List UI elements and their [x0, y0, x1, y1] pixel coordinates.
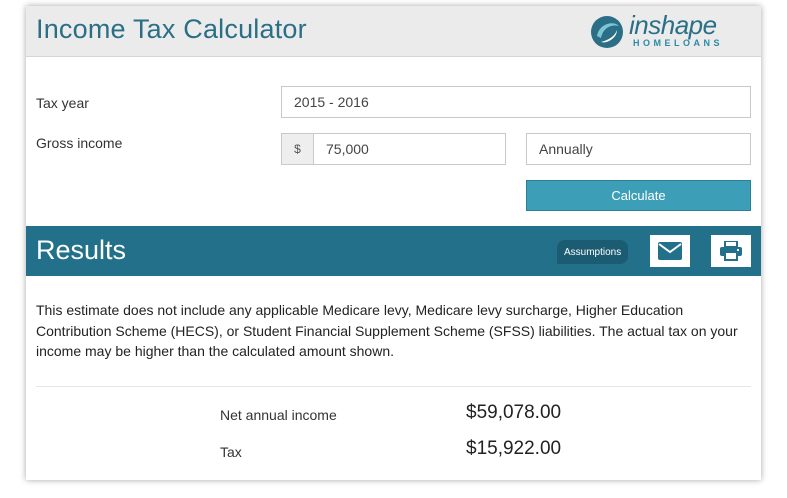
divider	[36, 386, 751, 387]
printer-icon	[720, 241, 742, 261]
tax-year-label: Tax year	[36, 95, 89, 111]
calculator-card: Income Tax Calculator inshape HOMELOANS …	[26, 6, 761, 480]
email-button[interactable]	[650, 235, 690, 267]
net-income-label: Net annual income	[220, 407, 337, 423]
results-bar: Results Assumptions	[26, 226, 761, 276]
swirl-icon	[591, 16, 623, 48]
gross-income-input[interactable]: 75,000	[313, 133, 506, 165]
page-title: Income Tax Calculator	[36, 14, 307, 44]
frequency-value: Annually	[539, 141, 593, 157]
logo-subtitle: HOMELOANS	[633, 38, 723, 48]
results-title: Results	[36, 235, 127, 265]
tax-label: Tax	[220, 444, 242, 460]
net-income-value: $59,078.00	[466, 402, 562, 423]
tax-value: $15,922.00	[466, 438, 562, 459]
envelope-icon	[658, 242, 682, 260]
gross-income-label: Gross income	[36, 135, 123, 151]
gross-income-value: 75,000	[326, 141, 369, 157]
calculator-header: Income Tax Calculator inshape HOMELOANS	[26, 6, 761, 57]
tax-year-select[interactable]: 2015 - 2016	[281, 86, 751, 118]
disclaimer-text: This estimate does not include any appli…	[36, 302, 738, 359]
currency-addon: $	[281, 133, 314, 165]
assumptions-button[interactable]: Assumptions	[557, 240, 629, 264]
tax-year-value: 2015 - 2016	[294, 94, 369, 110]
frequency-select[interactable]: Annually	[526, 133, 751, 165]
calculate-button[interactable]: Calculate	[526, 180, 751, 211]
logo-name: inshape	[629, 10, 717, 40]
print-button[interactable]	[711, 235, 751, 267]
inshape-logo: inshape HOMELOANS	[589, 10, 749, 52]
